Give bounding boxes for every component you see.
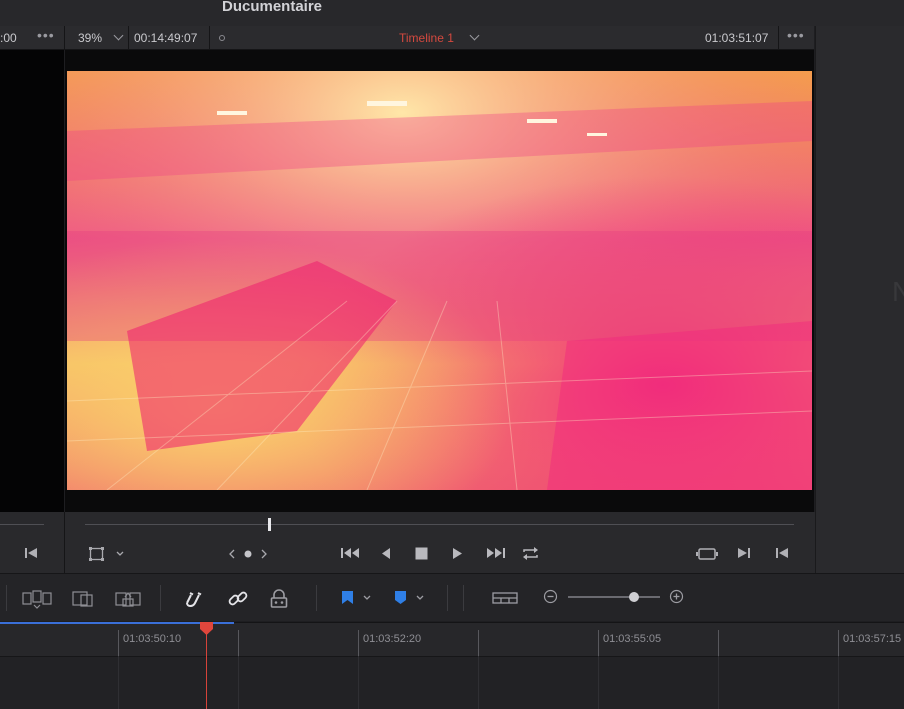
play-icon[interactable] [451, 547, 463, 560]
window-title: Ducumentaire [222, 0, 323, 15]
ruler-major-tick [718, 630, 719, 656]
track-grid-line [118, 656, 119, 709]
toolbar-divider [463, 585, 464, 611]
header-divider [209, 26, 210, 50]
timeline-view-options-icon[interactable] [492, 590, 518, 606]
stop-icon[interactable] [415, 547, 428, 560]
track-grid-line [598, 656, 599, 709]
ruler-major-tick [838, 630, 839, 656]
marker-icon[interactable] [393, 589, 429, 607]
timecode-options-icon[interactable] [219, 35, 225, 41]
toolbar-divider [447, 585, 448, 611]
zoom-chevron-down-icon[interactable] [113, 30, 124, 41]
left-viewer-options-icon[interactable]: ••• [37, 27, 55, 43]
ruler-label: 01:03:50:10 [123, 633, 182, 645]
timeline-name-dropdown[interactable]: Timeline 1 [399, 31, 454, 45]
left-viewer-timecode: :00 [0, 31, 17, 45]
match-frame-icon[interactable] [696, 546, 718, 562]
transform-overlay-icon[interactable] [89, 547, 125, 561]
zoom-in-icon[interactable] [669, 589, 684, 604]
track-grid-line [238, 656, 239, 709]
source-first-frame-icon[interactable] [24, 546, 38, 560]
jog-control-icon[interactable] [227, 548, 269, 560]
timeline-zoom-slider[interactable] [568, 596, 660, 598]
transport-bar [0, 512, 815, 573]
ruler-major-tick [598, 630, 599, 656]
overwrite-clip-icon[interactable] [72, 589, 94, 609]
ruler-major-tick [118, 630, 119, 656]
record-timecode[interactable]: 01:03:51:07 [705, 31, 768, 45]
title-bar: Ducumentaire [0, 0, 904, 26]
timeline-zoom-knob[interactable] [629, 592, 639, 602]
source-viewer [0, 50, 64, 512]
track-grid-line [718, 656, 719, 709]
last-frame-icon[interactable] [484, 546, 506, 560]
transport-divider [64, 512, 65, 573]
video-frame [67, 71, 812, 490]
ruler-major-tick [478, 630, 479, 656]
timeline-tracks[interactable] [0, 656, 904, 709]
next-edit-icon[interactable] [737, 546, 751, 560]
viewer-header: 39% 00:14:49:07 Timeline 1 01:03:51:07 •… [65, 26, 814, 50]
loop-icon[interactable] [522, 546, 539, 561]
left-viewer-header: :00 ••• [0, 26, 64, 50]
flag-icon[interactable] [340, 589, 376, 607]
insert-clip-icon[interactable] [22, 589, 52, 609]
ruler-label: 01:03:57:15 [843, 633, 902, 645]
replace-clip-icon[interactable] [115, 589, 143, 609]
toolbar-divider [6, 585, 7, 611]
playhead-handle-icon[interactable] [199, 622, 214, 635]
previous-edit-icon[interactable] [775, 546, 789, 560]
source-scrub-bar[interactable] [0, 524, 44, 525]
previous-frame-icon[interactable] [380, 547, 392, 560]
snapping-icon[interactable] [183, 589, 203, 609]
zoom-dropdown[interactable]: 39% [78, 31, 102, 45]
scrub-handle[interactable] [268, 518, 271, 531]
timeline-scrub-bar[interactable] [85, 524, 794, 525]
track-grid-line [478, 656, 479, 709]
inspector-panel: N [815, 26, 904, 573]
header-divider [778, 26, 779, 50]
toolbar-divider [316, 585, 317, 611]
timeline-chevron-down-icon[interactable] [469, 30, 480, 41]
toolbar-divider [160, 585, 161, 611]
inspector-placeholder-text: N [892, 276, 904, 307]
linked-selection-icon[interactable] [228, 589, 248, 609]
position-lock-icon[interactable] [270, 589, 288, 609]
ruler-major-tick [358, 630, 359, 656]
header-divider [128, 26, 129, 50]
first-frame-icon[interactable] [340, 546, 362, 560]
playhead-line[interactable] [206, 630, 207, 709]
ruler-label: 01:03:55:05 [603, 633, 662, 645]
track-grid-line [838, 656, 839, 709]
source-timecode[interactable]: 00:14:49:07 [134, 31, 197, 45]
track-grid-line [358, 656, 359, 709]
zoom-out-icon[interactable] [543, 589, 558, 604]
ruler-label: 01:03:52:20 [363, 633, 422, 645]
ruler-major-tick [238, 630, 239, 656]
viewer-options-icon[interactable]: ••• [787, 27, 805, 43]
